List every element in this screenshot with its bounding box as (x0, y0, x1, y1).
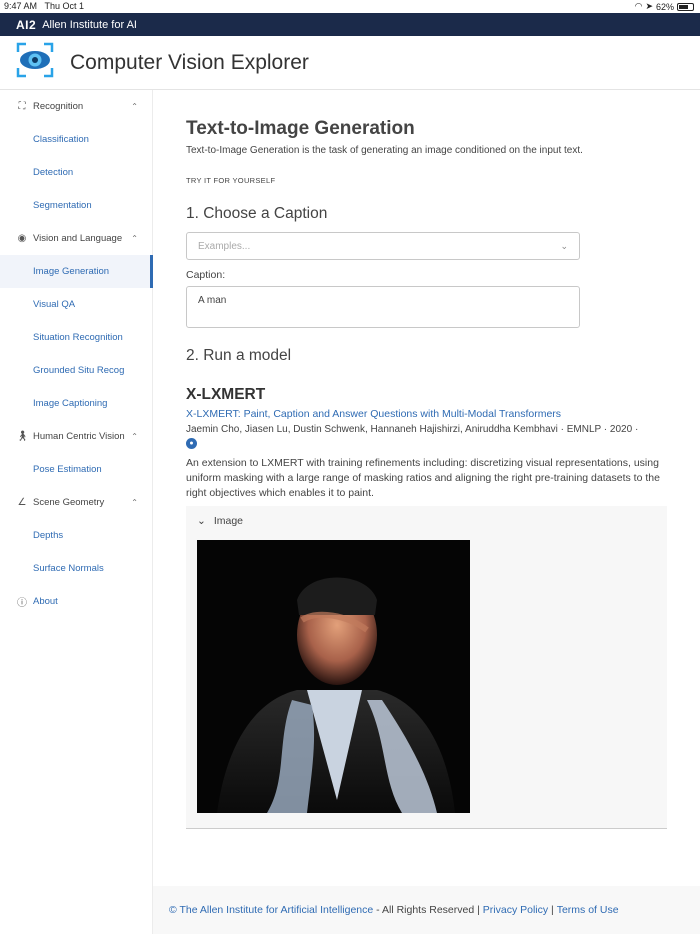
app-title[interactable]: Computer Vision Explorer (70, 51, 309, 75)
ai2-logo[interactable]: AI2 (16, 18, 36, 32)
battery-percent: 62% (655, 1, 674, 12)
sidebar-item-image-captioning[interactable]: Image Captioning (0, 387, 152, 420)
chevron-up-icon: ⌃ (131, 102, 138, 111)
chevron-up-icon: ⌃ (131, 432, 138, 441)
terms-of-use-link[interactable]: Terms of Use (557, 904, 619, 916)
eye-icon: ◉ (17, 233, 27, 244)
image-panel-toggle[interactable]: ⌄ Image (197, 515, 243, 527)
image-panel-label: Image (213, 515, 243, 527)
sidebar-nav: ⛶ Recognition ⌃ Classification Detection… (0, 90, 153, 934)
sidebar-item-image-generation[interactable]: Image Generation (0, 255, 153, 288)
paper-link[interactable]: X-LXMERT: Paint, Caption and Answer Ques… (186, 408, 561, 420)
person-icon: 🚶︎ (16, 431, 29, 442)
caption-input[interactable]: A man (186, 286, 580, 328)
status-time: 9:47 AM Thu Oct 1 (4, 1, 85, 11)
nav-group-label: Human Centric Vision (33, 431, 125, 442)
eye-logo-icon[interactable] (16, 42, 54, 83)
sidebar-item-situation-recognition[interactable]: Situation Recognition (0, 321, 152, 354)
sidebar-item-visual-qa[interactable]: Visual QA (0, 288, 152, 321)
sidebar-item-surface-normals[interactable]: Surface Normals (0, 552, 152, 585)
nav-group-label: Recognition (33, 101, 84, 112)
model-name: X-LXMERT (186, 386, 266, 403)
recognition-icon: ⛶ (18, 101, 26, 112)
nav-group-label: Vision and Language (33, 233, 123, 244)
location-icon: ➤ (645, 1, 653, 11)
nav-group-human-centric[interactable]: 🚶︎ Human Centric Vision ⌃ (0, 420, 152, 453)
examples-placeholder: Examples... (198, 240, 251, 252)
about-label: About (33, 596, 58, 607)
sidebar-item-detection[interactable]: Detection (0, 156, 152, 189)
generated-image (197, 540, 470, 813)
ios-status-bar: 9:47 AM Thu Oct 1 ◠ ➤ 62% (0, 0, 700, 13)
privacy-policy-link[interactable]: Privacy Policy (483, 904, 548, 916)
chevron-up-icon: ⌃ (131, 498, 138, 507)
step1-heading: 1. Choose a Caption (186, 205, 328, 222)
wifi-icon: ◠ (634, 1, 643, 11)
chevron-down-icon: ⌄ (560, 241, 568, 251)
examples-select[interactable]: Examples... ⌄ (186, 232, 580, 260)
app-header: Computer Vision Explorer (0, 36, 700, 90)
ai2-top-bar: AI2 Allen Institute for AI (0, 13, 700, 36)
ai2-name[interactable]: Allen Institute for AI (42, 19, 137, 31)
main-content: Text-to-Image Generation Text-to-Image G… (153, 90, 700, 886)
footer-separator: | (548, 904, 557, 916)
caption-label: Caption: (186, 269, 226, 281)
status-right: ◠ ➤ 62% (635, 1, 694, 12)
page-description: Text-to-Image Generation is the task of … (186, 145, 583, 156)
battery-icon (677, 2, 694, 11)
sidebar-item-depths[interactable]: Depths (0, 519, 152, 552)
chevron-down-icon: ⌄ (197, 515, 206, 527)
try-label: TRY IT FOR YOURSELF (186, 176, 276, 185)
nav-group-label: Scene Geometry (33, 497, 105, 508)
nav-group-scene-geometry[interactable]: ∠ Scene Geometry ⌃ (0, 486, 152, 519)
copyright-link[interactable]: © The Allen Institute for Artificial Int… (169, 904, 373, 916)
page-title: Text-to-Image Generation (186, 118, 415, 139)
sidebar-item-classification[interactable]: Classification (0, 123, 152, 156)
step2-heading: 2. Run a model (186, 347, 292, 364)
info-icon: ⓘ (17, 598, 27, 609)
github-icon[interactable]: ● (186, 438, 197, 449)
image-panel: ⌄ Image (186, 506, 667, 829)
sidebar-item-pose-estimation[interactable]: Pose Estimation (0, 453, 152, 486)
geometry-icon: ∠ (17, 497, 27, 508)
chevron-up-icon: ⌃ (131, 234, 138, 243)
rights-text: - All Rights Reserved | (373, 904, 483, 916)
paper-authors: Jaemin Cho, Jiasen Lu, Dustin Schwenk, H… (186, 424, 639, 435)
nav-item-about[interactable]: ⓘ About (0, 585, 152, 618)
sidebar-item-segmentation[interactable]: Segmentation (0, 189, 152, 222)
model-description: An extension to LXMERT with training ref… (186, 457, 660, 499)
nav-group-vision-language[interactable]: ◉ Vision and Language ⌃ (0, 222, 152, 255)
nav-group-recognition[interactable]: ⛶ Recognition ⌃ (0, 90, 152, 123)
sidebar-item-grounded-situ-recog[interactable]: Grounded Situ Recog (0, 354, 152, 387)
footer: © The Allen Institute for Artificial Int… (153, 886, 700, 934)
